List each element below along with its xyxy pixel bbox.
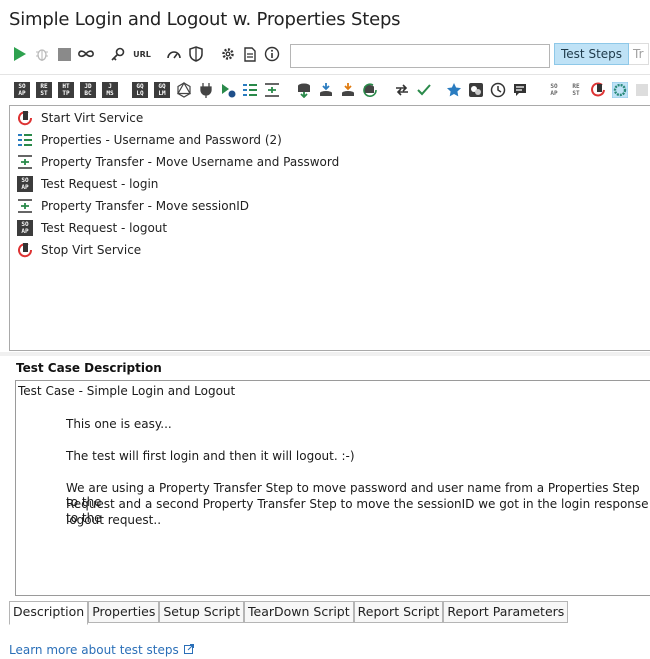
add-graphql-query-icon[interactable]: GQ LQ: [132, 82, 148, 98]
tab-teardown-script[interactable]: TearDown Script: [244, 601, 354, 623]
list-item[interactable]: Properties - Username and Password (2): [16, 130, 282, 150]
document-icon[interactable]: [240, 44, 260, 64]
manual-step-icon[interactable]: [512, 82, 528, 98]
run-testcase-icon[interactable]: [220, 82, 236, 98]
description-line: This one is easy...: [66, 417, 172, 431]
gauge-icon[interactable]: [164, 44, 184, 64]
add-step-toolbar: SOAP REST HTTP JDBC JMS GQLQ GQLM: [14, 80, 650, 100]
bottom-tabs: Description Properties Setup Script Tear…: [9, 601, 569, 625]
step-label: Properties - Username and Password (2): [41, 133, 282, 147]
search-input[interactable]: [290, 44, 550, 68]
add-rest-request-icon[interactable]: RE ST: [36, 82, 52, 98]
run-icon[interactable]: [10, 44, 30, 64]
step-label: Test Request - login: [41, 177, 159, 191]
datasource-icon[interactable]: [296, 82, 312, 98]
datasink-icon[interactable]: [340, 82, 356, 98]
step-label: Property Transfer - Move Username and Pa…: [41, 155, 340, 169]
description-line: logout request..: [66, 513, 162, 527]
stop-icon[interactable]: [54, 44, 74, 64]
property-transfer-icon: [16, 198, 34, 214]
add-graphql-mutation-icon[interactable]: GQ LM: [154, 82, 170, 98]
tab-properties[interactable]: Properties: [88, 601, 160, 623]
debug-icon[interactable]: [32, 44, 52, 64]
virt-service-start-icon[interactable]: [590, 82, 606, 98]
learn-more-label: Learn more about test steps: [9, 643, 179, 657]
url-icon[interactable]: URL: [130, 44, 154, 64]
description-line: Test Case - Simple Login and Logout: [18, 384, 236, 398]
add-rest-mock-icon[interactable]: RE ST: [568, 82, 584, 98]
mock-response-icon[interactable]: [468, 82, 484, 98]
virt-service-icon: [16, 110, 34, 126]
tab-truncated[interactable]: Tr: [629, 43, 649, 65]
editor-view-tabs: Test Steps Tr: [554, 43, 649, 65]
add-soap-mock-icon[interactable]: SO AP: [546, 82, 562, 98]
tab-setup-script[interactable]: Setup Script: [159, 601, 244, 623]
external-link-icon: [179, 643, 194, 657]
soap-request-icon: SO AP: [16, 220, 34, 236]
step-label: Test Request - logout: [41, 221, 168, 235]
list-item[interactable]: SO AP Test Request - logout: [16, 218, 167, 238]
list-item[interactable]: Property Transfer - Move Username and Pa…: [16, 152, 339, 172]
datasource-loop-icon[interactable]: [318, 82, 334, 98]
add-jms-request-icon[interactable]: J MS: [102, 82, 118, 98]
add-jdbc-request-icon[interactable]: JD BC: [80, 82, 96, 98]
loop-icon[interactable]: [76, 44, 96, 64]
tab-description[interactable]: Description: [9, 601, 89, 625]
virt-service-icon: [16, 242, 34, 258]
shield-icon[interactable]: [186, 44, 206, 64]
tab-test-steps[interactable]: Test Steps: [554, 43, 630, 65]
virt-service-active-icon[interactable]: [612, 82, 628, 98]
add-soap-request-icon[interactable]: SO AP: [14, 82, 30, 98]
learn-more-link[interactable]: Learn more about test steps: [9, 643, 194, 657]
list-item[interactable]: Start Virt Service: [16, 108, 143, 128]
properties-icon: [16, 132, 34, 148]
gear-icon[interactable]: [218, 44, 238, 64]
splitter-handle[interactable]: [0, 352, 650, 356]
step-label: Property Transfer - Move sessionID: [41, 199, 249, 213]
tab-report-parameters[interactable]: Report Parameters: [443, 601, 569, 623]
step-label: Stop Virt Service: [41, 243, 142, 257]
overflow-icon[interactable]: [634, 82, 650, 98]
property-transfer-step-icon[interactable]: [264, 82, 280, 98]
window-title: Simple Login and Logout w. Properties St…: [9, 9, 401, 30]
description-heading: Test Case Description: [16, 361, 162, 375]
key-icon[interactable]: [108, 44, 128, 64]
step-label: Start Virt Service: [41, 111, 144, 125]
graphql-icon[interactable]: [176, 82, 192, 98]
test-steps-list: Start Virt Service Properties - Username…: [9, 105, 650, 351]
list-item[interactable]: Property Transfer - Move sessionID: [16, 196, 249, 216]
conditional-goto-icon[interactable]: [394, 82, 410, 98]
tab-report-script[interactable]: Report Script: [353, 601, 444, 623]
assertion-icon[interactable]: [416, 82, 432, 98]
star-icon[interactable]: [446, 82, 462, 98]
add-http-request-icon[interactable]: HT TP: [58, 82, 74, 98]
soap-request-icon: SO AP: [16, 176, 34, 192]
property-transfer-icon: [16, 154, 34, 170]
plug-icon[interactable]: [198, 82, 214, 98]
list-item[interactable]: SO AP Test Request - login: [16, 174, 158, 194]
description-textarea[interactable]: Test Case - Simple Login and Logout This…: [15, 380, 650, 596]
info-icon[interactable]: [262, 44, 282, 64]
properties-step-icon[interactable]: [242, 82, 258, 98]
description-line: The test will first login and then it wi…: [66, 449, 355, 463]
list-item[interactable]: Stop Virt Service: [16, 240, 141, 260]
delay-clock-icon[interactable]: [490, 82, 506, 98]
datagen-icon[interactable]: [362, 82, 378, 98]
toolbar-divider: [0, 74, 650, 75]
